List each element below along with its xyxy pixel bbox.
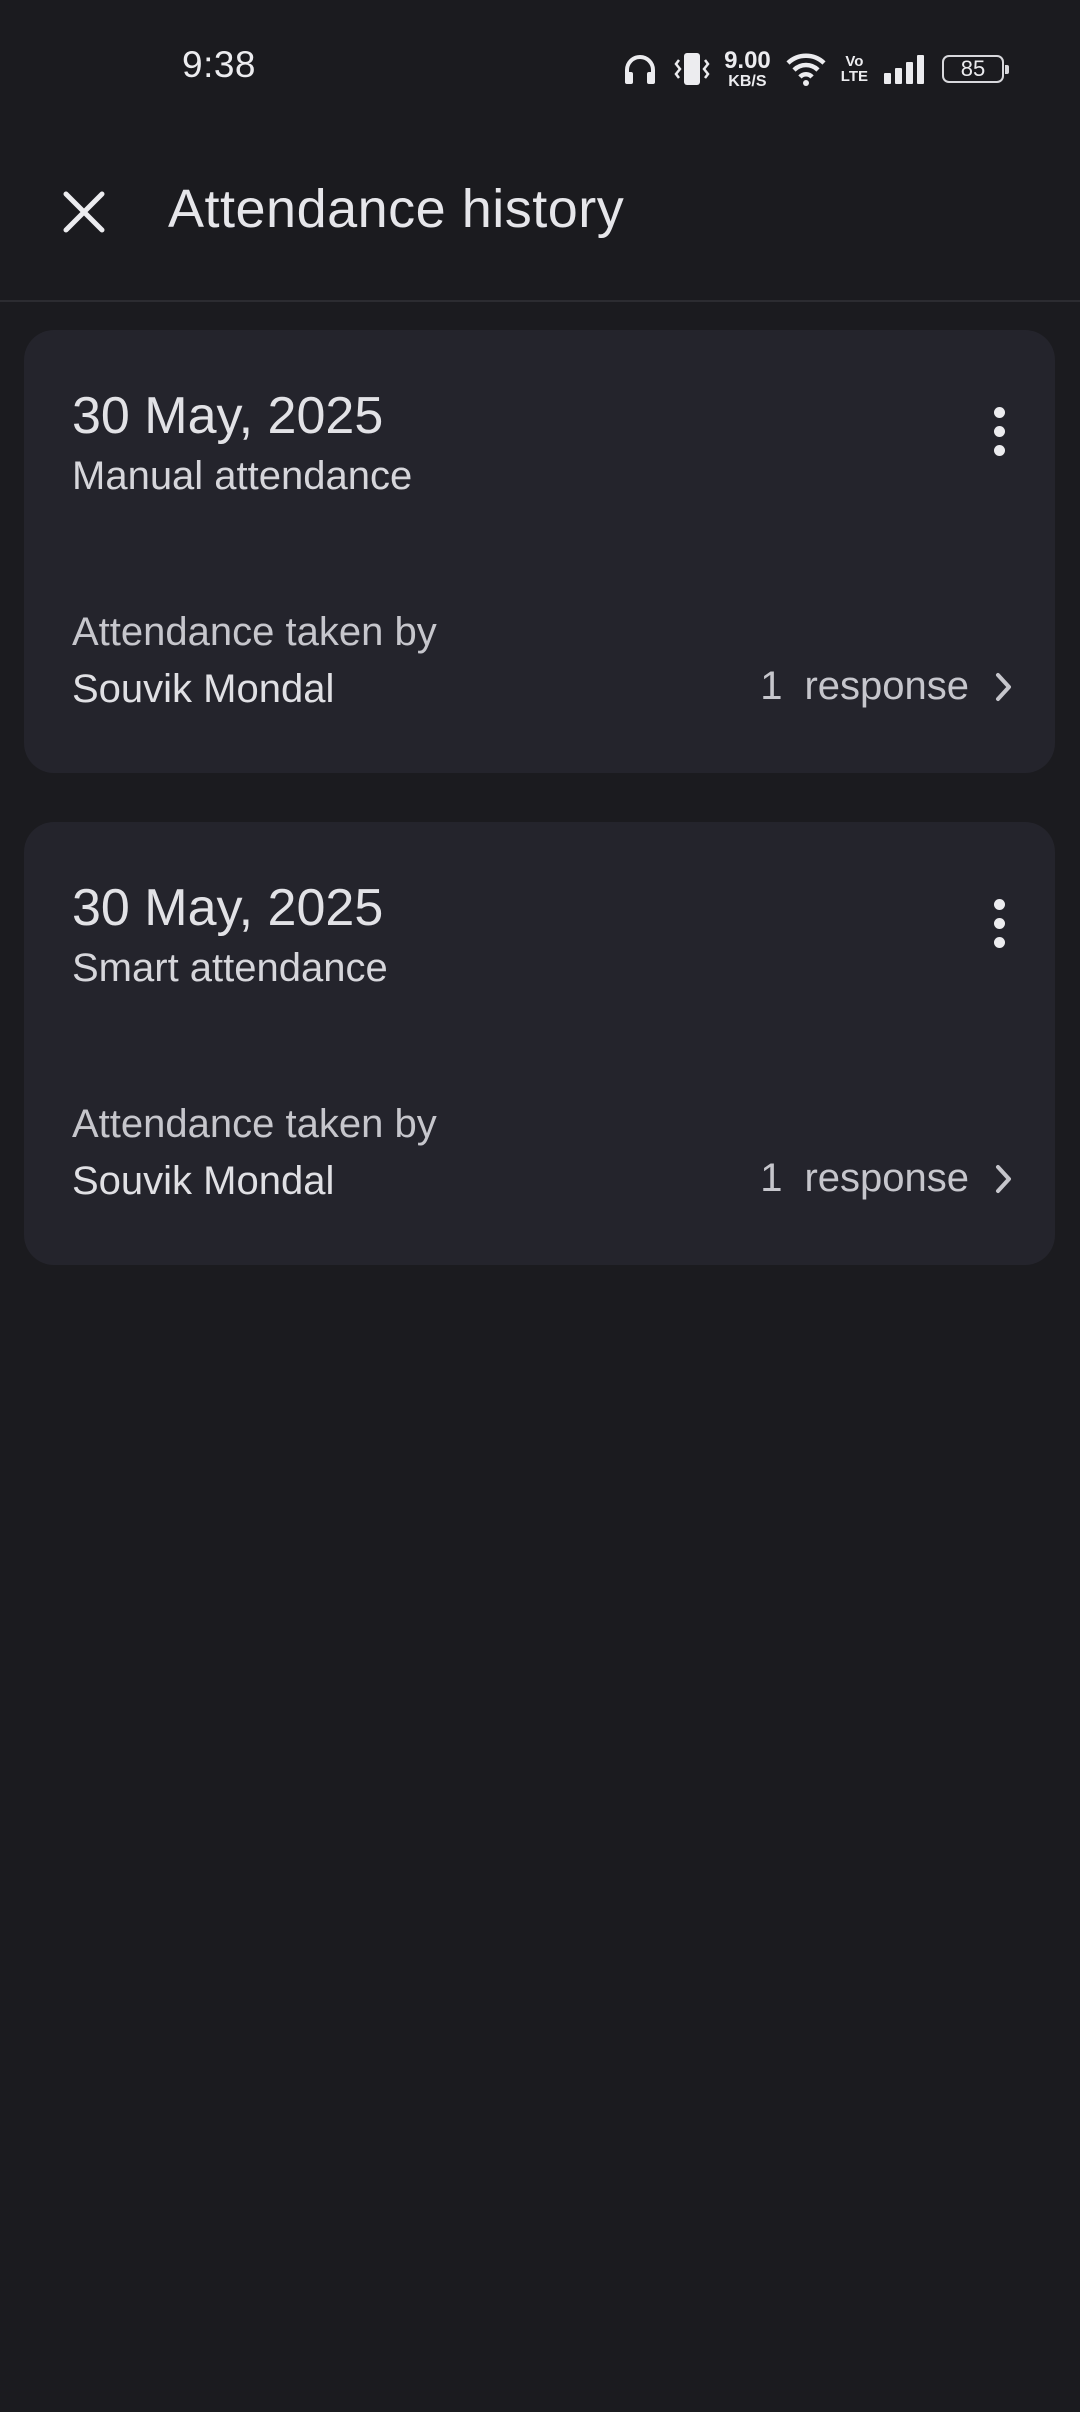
vibrate-icon xyxy=(672,50,710,88)
volte-bottom: LTE xyxy=(840,68,868,85)
attendance-type: Manual attendance xyxy=(72,454,413,498)
more-vert-icon-dot xyxy=(993,936,1005,948)
net-speed-unit: KB/S xyxy=(728,72,767,90)
response-label: response xyxy=(804,1156,969,1200)
wifi-icon xyxy=(785,51,827,87)
net-speed: 9.00 KB/S xyxy=(724,46,771,90)
response-label: response xyxy=(804,664,969,708)
taken-by-name: Souvik Mondal xyxy=(72,667,335,711)
chevron-right-icon xyxy=(996,672,1011,701)
responses-link[interactable]: 1 response xyxy=(760,1156,1015,1201)
battery-level: 85 xyxy=(960,56,986,81)
attendance-date: 30 May, 2025 xyxy=(72,879,384,937)
status-time: 9:38 xyxy=(182,44,257,85)
more-vert-icon-dot xyxy=(993,917,1005,929)
more-options-button[interactable] xyxy=(979,396,1019,466)
more-vert-icon-dot xyxy=(993,406,1005,418)
more-vert-icon-dot xyxy=(993,898,1005,910)
attendance-type: Smart attendance xyxy=(72,946,388,990)
attendance-date: 30 May, 2025 xyxy=(72,387,384,445)
headphones-icon xyxy=(622,52,658,86)
responses-link[interactable]: 1 response xyxy=(760,664,1015,709)
attendance-card[interactable]: 30 May, 2025 Smart attendance Attendance… xyxy=(24,822,1055,1265)
more-vert-icon-dot xyxy=(993,425,1005,437)
taken-by-label: Attendance taken by xyxy=(72,1102,437,1146)
signal-icon xyxy=(882,53,928,85)
net-speed-value: 9.00 xyxy=(724,46,771,74)
page-title: Attendance history xyxy=(168,179,625,239)
taken-by-name: Souvik Mondal xyxy=(72,1159,335,1203)
volte-top: Vo xyxy=(845,53,864,70)
status-icons: 9.00 KB/S Vo LTE 85 xyxy=(622,46,1009,92)
response-count: 1 xyxy=(760,664,783,708)
close-button[interactable] xyxy=(44,172,124,252)
status-bar: 9:38 9.00 KB/S Vo LTE 85 xyxy=(0,0,1080,136)
battery-icon: 85 xyxy=(942,55,1009,83)
more-options-button[interactable] xyxy=(979,888,1019,958)
close-icon xyxy=(63,191,105,233)
chevron-right-icon xyxy=(996,1164,1011,1193)
taken-by-label: Attendance taken by xyxy=(72,610,437,654)
response-count: 1 xyxy=(760,1156,783,1200)
more-vert-icon-dot xyxy=(993,444,1005,456)
volte-indicator: Vo LTE xyxy=(841,54,868,84)
attendance-card[interactable]: 30 May, 2025 Manual attendance Attendanc… xyxy=(24,330,1055,773)
app-bar: Attendance history xyxy=(0,136,1080,302)
